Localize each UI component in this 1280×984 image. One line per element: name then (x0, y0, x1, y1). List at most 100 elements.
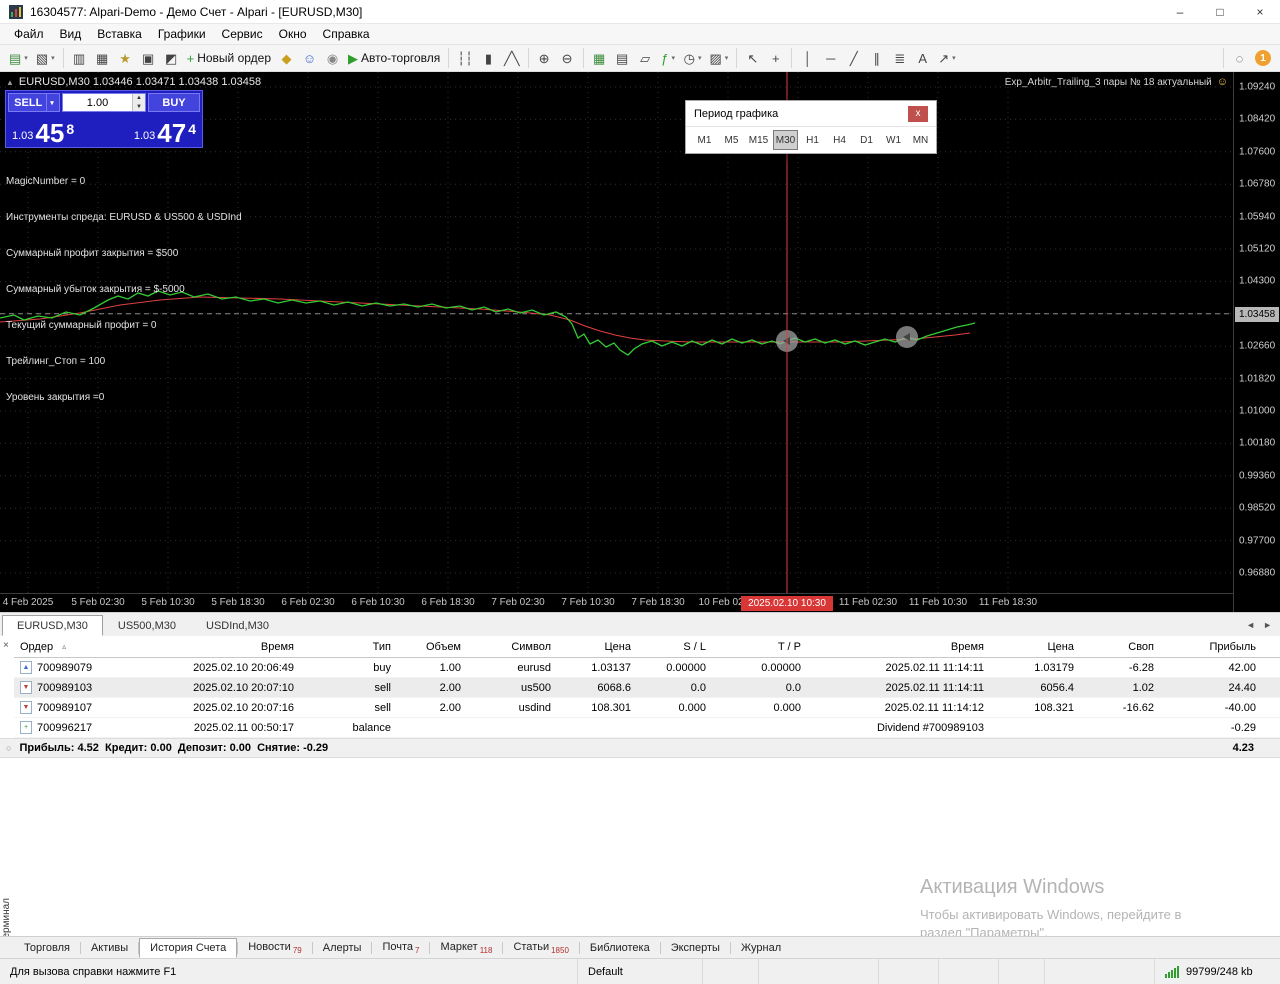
period-w1-button[interactable]: W1 (881, 130, 906, 150)
history-row[interactable]: ▼7009891032025.02.10 20:07:10sell2.00us5… (14, 678, 1280, 698)
terminal-tab-10[interactable]: Журнал (731, 939, 791, 957)
terminal-close-button[interactable]: × (3, 640, 9, 651)
zoom-in-button[interactable]: ⊕ (533, 46, 556, 70)
sell-dropdown-icon[interactable]: ▾ (46, 94, 54, 111)
buy-button[interactable]: BUY (148, 93, 200, 112)
period-dialog-titlebar[interactable]: Период графика x (686, 101, 936, 127)
column-header-1[interactable]: Время (127, 641, 300, 653)
auto-trading-button[interactable]: ▶Авто-торговля (344, 46, 444, 70)
close-button[interactable]: × (1240, 0, 1280, 23)
column-header-9[interactable]: Цена (990, 641, 1080, 653)
period-m1-button[interactable]: M1 (692, 130, 717, 150)
restore-button[interactable]: □ (1200, 0, 1240, 23)
column-header-2[interactable]: Тип (300, 641, 397, 653)
period-m30-button[interactable]: M30 (773, 130, 798, 150)
timeframes-button[interactable]: ◷▾ (680, 46, 706, 70)
equidistant-channel-button[interactable]: ∥ (865, 46, 888, 70)
terminal-panel-button[interactable]: ▣ (137, 46, 160, 70)
volume-field[interactable]: 1.00 ▲ ▼ (62, 93, 146, 112)
chart-line-button[interactable]: ╱╲ (500, 46, 524, 70)
menu-item-2[interactable]: Вставка (89, 25, 150, 43)
tab-scroll-left-icon[interactable]: ◄ (1246, 620, 1255, 630)
time-axis[interactable]: 4 Feb 20255 Feb 02:305 Feb 10:305 Feb 18… (0, 593, 1233, 612)
menu-item-4[interactable]: Сервис (214, 25, 271, 43)
arrow-objects-button[interactable]: ↗▾ (934, 46, 959, 70)
chart-tab-0[interactable]: EURUSD,M30 (2, 615, 103, 636)
terminal-tab-4[interactable]: Алерты (313, 939, 372, 957)
dialog-close-button[interactable]: x (908, 106, 928, 122)
market-watch-button[interactable]: ▥ (68, 46, 91, 70)
cursor-button[interactable]: ↖ (741, 46, 764, 70)
tile-windows-button[interactable]: ▦ (588, 46, 611, 70)
period-d1-button[interactable]: D1 (854, 130, 879, 150)
history-row[interactable]: ▼7009891072025.02.10 20:07:16sell2.00usd… (14, 698, 1280, 718)
terminal-tab-9[interactable]: Эксперты (661, 939, 730, 957)
expert-smiley-icon[interactable]: ☺ (1217, 76, 1228, 88)
chart-bars-button[interactable]: ┆┆ (453, 46, 477, 70)
column-header-5[interactable]: Цена (557, 641, 637, 653)
cascade-windows-button[interactable]: ▱ (634, 46, 657, 70)
menu-item-1[interactable]: Вид (52, 25, 90, 43)
zoom-tool-button[interactable]: ◌ (1228, 46, 1251, 70)
column-header-7[interactable]: T / P (712, 641, 807, 653)
price-axis[interactable]: 1.03458 1.092401.084201.076001.067801.05… (1233, 72, 1280, 612)
expert-info-line: Текущий суммарный профит = 0 (6, 320, 242, 332)
period-mn-button[interactable]: MN (908, 130, 933, 150)
expert-advisors-button[interactable]: ☺ (298, 46, 321, 70)
terminal-tab-1[interactable]: Активы (81, 939, 138, 957)
menu-item-5[interactable]: Окно (271, 25, 315, 43)
crosshair-button[interactable]: + (764, 46, 787, 70)
menu-item-6[interactable]: Справка (315, 25, 378, 43)
arrange-windows-button[interactable]: ▤ (611, 46, 634, 70)
period-m15-button[interactable]: M15 (746, 130, 771, 150)
spinner-down-icon[interactable]: ▼ (133, 103, 145, 112)
column-header-0[interactable]: Ордер▵ (14, 641, 127, 653)
column-header-8[interactable]: Время (807, 641, 990, 653)
column-header-6[interactable]: S / L (637, 641, 712, 653)
terminal-tab-8[interactable]: Библиотека (580, 939, 660, 957)
terminal-tab-7[interactable]: Статьи1850 (503, 938, 578, 958)
navigator-button[interactable]: ★ (114, 46, 137, 70)
new-order-button[interactable]: +Новый ордер (183, 46, 275, 70)
history-row[interactable]: ▲7009890792025.02.10 20:06:49buy1.00euru… (14, 658, 1280, 678)
chart-tab-1[interactable]: US500,M30 (103, 615, 191, 636)
column-header-11[interactable]: Прибыль (1160, 641, 1262, 653)
column-header-3[interactable]: Объем (397, 641, 467, 653)
status-profile[interactable]: Default (578, 959, 703, 984)
chart-tab-2[interactable]: USDInd,M30 (191, 615, 284, 636)
menu-item-0[interactable]: Файл (6, 25, 52, 43)
spinner-up-icon[interactable]: ▲ (133, 94, 145, 103)
terminal-tab-3[interactable]: Новости79 (238, 938, 312, 958)
minimize-button[interactable]: – (1160, 0, 1200, 23)
indicators-button[interactable]: ƒ▾ (657, 46, 680, 70)
traffic-text: 99799/248 kb (1186, 966, 1253, 978)
metaeditor-button[interactable]: ◆ (275, 46, 298, 70)
chart-candles-button[interactable]: ▮ (477, 46, 500, 70)
menu-item-3[interactable]: Графики (150, 25, 214, 43)
profiles-button[interactable]: ▧▾ (32, 46, 59, 70)
terminal-tab-5[interactable]: Почта7 (372, 938, 429, 958)
column-header-4[interactable]: Символ (467, 641, 557, 653)
vertical-line-button[interactable]: │ (796, 46, 819, 70)
terminal-tab-0[interactable]: Торговля (14, 939, 80, 957)
column-header-10[interactable]: Своп (1080, 641, 1160, 653)
zoom-out-button[interactable]: ⊖ (556, 46, 579, 70)
history-row[interactable]: +7009962172025.02.11 00:50:17balanceDivi… (14, 718, 1280, 738)
period-m5-button[interactable]: M5 (719, 130, 744, 150)
templates-button[interactable]: ▨▾ (705, 46, 732, 70)
text-label-button[interactable]: A (911, 46, 934, 70)
new-chart-button[interactable]: ▤▾ (5, 46, 32, 70)
terminal-tab-6[interactable]: Маркет118 (430, 938, 502, 958)
fibonacci-button[interactable]: ≣ (888, 46, 911, 70)
strategy-tester-button[interactable]: ◩ (160, 46, 183, 70)
notifications-button[interactable]: 1 (1251, 46, 1275, 70)
period-h1-button[interactable]: H1 (800, 130, 825, 150)
trendline-button[interactable]: ╱ (842, 46, 865, 70)
horizontal-line-button[interactable]: ─ (819, 46, 842, 70)
terminal-tab-2[interactable]: История Счета (139, 938, 237, 958)
data-window-button[interactable]: ▦ (91, 46, 114, 70)
mql-community-button[interactable]: ◉ (321, 46, 344, 70)
period-h4-button[interactable]: H4 (827, 130, 852, 150)
tab-scroll-right-icon[interactable]: ► (1263, 620, 1272, 630)
sell-button[interactable]: SELL ▾ (8, 93, 60, 112)
